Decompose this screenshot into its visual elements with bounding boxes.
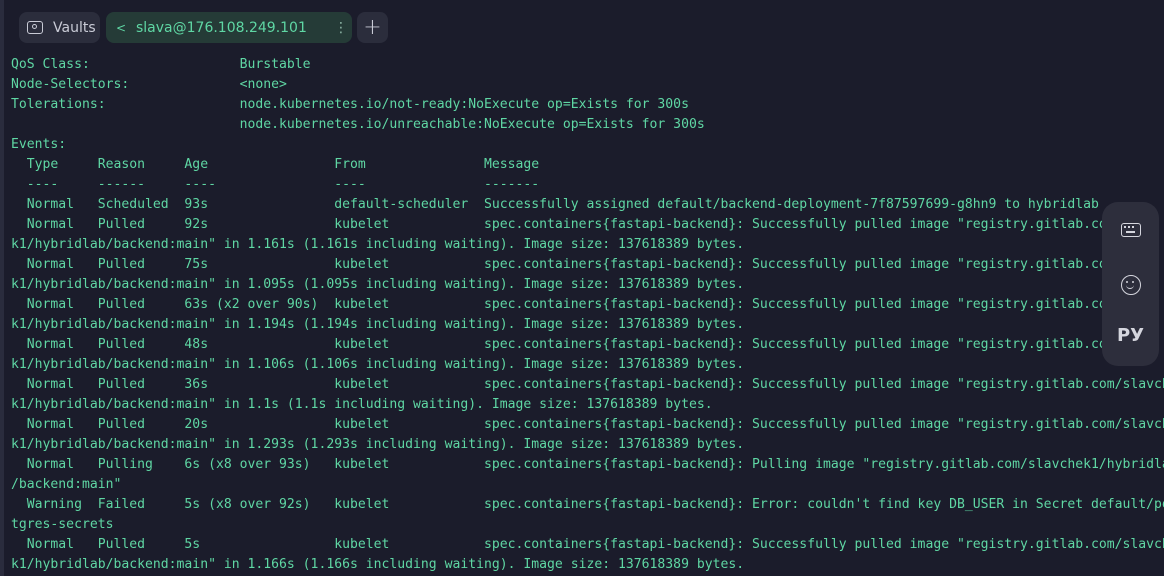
emoji-button[interactable] [1102,272,1159,298]
tab-ssh-host[interactable]: < slava@176.108.249.101 ⋮ [106,12,352,43]
window-left-edge [0,0,4,576]
terminal-line: Normal Pulling 6s (x8 over 93s) kubelet … [11,457,1164,472]
terminal-line: Normal Pulled 36s kubelet spec.container… [11,377,1164,392]
more-vertical-icon[interactable]: ⋮ [330,21,352,35]
terminal-line: Type Reason Age From Message [11,157,540,172]
terminal-line: k1/hybridlab/backend:main" in 1.194s (1.… [11,317,745,332]
terminal-line: Tolerations: node.kubernetes.io/not-read… [11,97,689,112]
tab-bar: Vaults < slava@176.108.249.101 ⋮ + [0,0,1164,54]
terminal-line: k1/hybridlab/backend:main" in 1.106s (1.… [11,357,745,372]
terminal-line: Normal Scheduled 93s default-scheduler S… [11,197,1099,212]
plus-icon: + [363,14,382,40]
terminal-line: Normal Pulled 75s kubelet spec.container… [11,257,1131,272]
terminal-line: Normal Pulled 20s kubelet spec.container… [11,417,1164,432]
keyboard-button[interactable] [1102,218,1159,242]
tab-vaults[interactable]: Vaults [19,12,100,43]
tab-vaults-label: Vaults [53,19,96,36]
terminal-line: k1/hybridlab/backend:main" in 1.161s (1.… [11,237,745,252]
vault-icon [27,21,43,34]
terminal-line: ---- ------ ---- ---- ------- [11,177,540,192]
terminal-line: node.kubernetes.io/unreachable:NoExecute… [11,117,705,132]
terminal-line: Normal Pulled 5s kubelet spec.containers… [11,537,1164,552]
terminal-line: k1/hybridlab/backend:main" in 1.293s (1.… [11,437,745,452]
terminal-output[interactable]: QoS Class: Burstable Node-Selectors: <non… [11,55,1164,575]
terminal-line: k1/hybridlab/backend:main" in 1.1s (1.1s… [11,397,713,412]
terminal-line: QoS Class: Burstable [11,57,311,72]
tab-host-label: slava@176.108.249.101 [136,19,307,36]
terminal-line: k1/hybridlab/backend:main" in 1.166s (1.… [11,557,745,572]
keyboard-panel: РУ [1102,202,1159,366]
keyboard-icon [1120,223,1141,237]
terminal-line: Events: [11,137,67,152]
language-switch-button[interactable]: РУ [1102,323,1159,349]
terminal-line: Normal Pulled 63s (x2 over 90s) kubelet … [11,297,1131,312]
terminal-line: Warning Failed 5s (x8 over 92s) kubelet … [11,497,1164,512]
terminal-line: tgres-secrets [11,517,114,532]
terminal-line: /backend:main" [11,477,122,492]
terminal-line: k1/hybridlab/backend:main" in 1.095s (1.… [11,277,745,292]
emoji-icon [1120,275,1141,295]
terminal-line: Normal Pulled 92s kubelet spec.container… [11,217,1131,232]
ssh-host-icon: < [116,20,127,35]
new-tab-button[interactable]: + [357,12,388,43]
terminal-line: Node-Selectors: <none> [11,77,287,92]
terminal-line: Normal Pulled 48s kubelet spec.container… [11,337,1131,352]
